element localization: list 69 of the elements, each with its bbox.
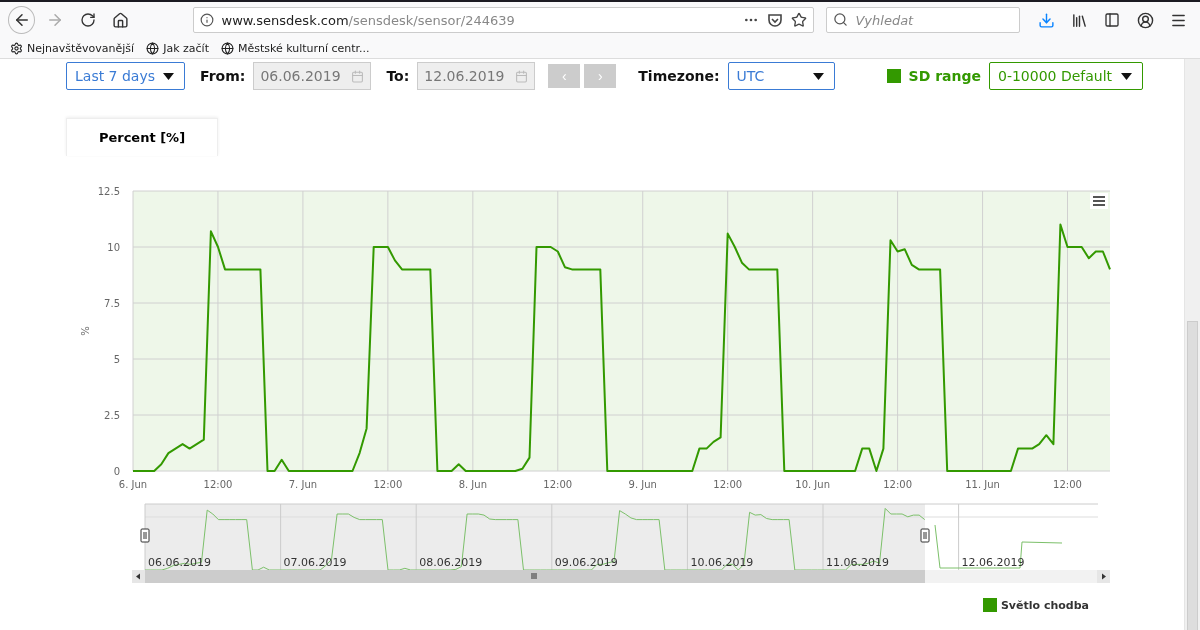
y-tick-label: 2.5	[104, 410, 120, 421]
y-tick-label: 0	[113, 466, 120, 477]
range-color-swatch	[886, 69, 901, 83]
x-tick-label: 8. Jun	[458, 479, 487, 490]
date-label: 06.06.2019	[148, 556, 211, 569]
globe-icon	[220, 41, 234, 55]
to-label: To:	[386, 68, 410, 84]
to-date-field[interactable]: 12.06.2019	[417, 62, 536, 90]
x-tick-label: 6. Jun	[118, 479, 148, 490]
caret-icon	[163, 72, 174, 80]
caret-icon	[812, 72, 824, 80]
bookmark-link[interactable]: Nejnavštěvovanější	[10, 41, 135, 55]
x-tick-label: 12:00	[1053, 479, 1082, 490]
account-icon	[1136, 11, 1154, 29]
date-label: 10.06.2019	[690, 556, 754, 569]
range-handle[interactable]	[140, 528, 150, 543]
shield-icon[interactable]	[767, 12, 784, 28]
y-tick-label: 12.5	[97, 186, 120, 197]
reload-icon	[79, 12, 96, 28]
calendar-icon	[351, 69, 365, 83]
legend-label[interactable]: Světlo chodba	[1000, 598, 1089, 612]
x-tick-label: 9. Jun	[628, 479, 657, 490]
range-select[interactable]: Last 7 days	[66, 62, 185, 90]
from-label: From:	[200, 68, 246, 84]
bookmark-link[interactable]: Jak začít	[146, 41, 209, 55]
y-tick-label: 7.5	[104, 298, 120, 309]
globe-icon	[146, 41, 160, 55]
timezone-select[interactable]: UTC	[727, 62, 835, 90]
page-scrollbar[interactable]	[1184, 59, 1200, 630]
info-icon[interactable]	[199, 13, 214, 27]
x-tick-label: 12:00	[883, 479, 912, 490]
gear-icon	[10, 41, 23, 55]
y-tick-label: 10	[107, 242, 120, 253]
timezone-label: Timezone:	[638, 68, 720, 84]
bookmark-link[interactable]: Městské kulturní centr...	[220, 41, 370, 55]
search-icon	[833, 12, 849, 27]
date-label: 11.06.2019	[826, 556, 889, 569]
range-handle[interactable]	[920, 528, 930, 543]
scroll-right-icon[interactable]	[1097, 570, 1110, 583]
chart-tab[interactable]: Percent [%]	[66, 118, 218, 156]
library-icon	[1070, 11, 1088, 29]
sd-range-label: SD range	[908, 68, 981, 84]
url-field[interactable]: www.sensdesk.com/sensdesk/sensor/244639	[192, 7, 815, 33]
search-field[interactable]: Vyhledat	[826, 7, 1021, 33]
x-tick-label: 12:00	[203, 479, 233, 490]
y-axis-title: %	[80, 326, 91, 336]
calendar-icon	[515, 69, 529, 83]
star-icon[interactable]	[791, 12, 808, 28]
x-tick-label: 12:00	[713, 479, 743, 490]
date-label: 09.06.2019	[554, 556, 618, 569]
date-label: 07.06.2019	[283, 556, 347, 569]
scrollbar-thumb[interactable]	[1187, 321, 1198, 630]
scrollbar-thumb[interactable]	[145, 570, 925, 583]
x-tick-label: 12:00	[373, 479, 403, 490]
y-tick-label: 5	[113, 354, 120, 365]
download-icon	[1037, 11, 1055, 29]
sidebar-icon	[1104, 12, 1121, 28]
date-label: 12.06.2019	[961, 556, 1025, 569]
caret-icon	[1121, 72, 1132, 80]
sd-range-select[interactable]: 0-10000 Default	[989, 62, 1143, 90]
x-tick-label: 7. Jun	[288, 479, 318, 490]
x-tick-label: 12:00	[543, 479, 573, 490]
scroll-left-icon[interactable]	[132, 570, 145, 583]
home-icon	[112, 11, 130, 29]
menu-icon[interactable]	[1090, 193, 1108, 209]
x-tick-label: 10. Jun	[795, 479, 830, 490]
date-label: 08.06.2019	[419, 556, 483, 569]
x-tick-label: 11. Jun	[965, 479, 1000, 490]
from-date-field[interactable]: 06.06.2019	[253, 62, 372, 90]
